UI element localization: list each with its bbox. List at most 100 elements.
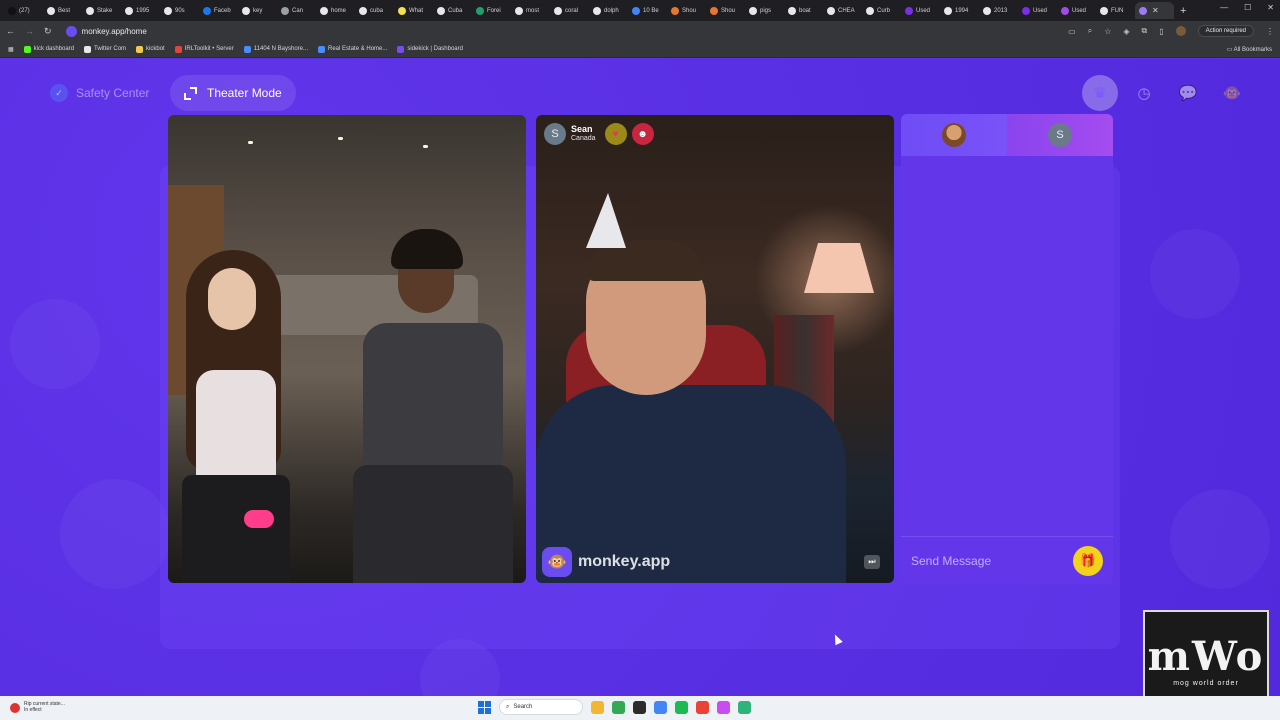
zoom-icon[interactable]: ⌕ <box>1088 26 1092 36</box>
windows-start-icon[interactable] <box>478 700 491 714</box>
maximize-icon[interactable]: ☐ <box>1244 3 1251 12</box>
browser-tab[interactable]: Curb <box>862 2 901 19</box>
browser-tab[interactable]: dolph <box>589 2 628 19</box>
tab-label: Best <box>58 7 71 14</box>
address-bar[interactable]: monkey.app/home <box>65 25 147 37</box>
minimize-icon[interactable]: — <box>1220 3 1228 12</box>
bookmark-item[interactable]: sidekick | Dashboard <box>397 45 463 53</box>
sidepanel-icon[interactable]: ▯ <box>1159 27 1163 36</box>
browser-tab[interactable]: FUN <box>1096 2 1135 19</box>
apps-grid-icon[interactable]: ▦ <box>8 46 14 53</box>
browser-tab[interactable]: home <box>316 2 355 19</box>
chrome-taskbar-icon[interactable] <box>612 700 625 714</box>
close-tab-icon[interactable]: ✕ <box>1152 6 1159 15</box>
obs-taskbar-icon[interactable] <box>633 700 646 714</box>
monkey-watermark: 🐵 monkey.app <box>542 547 670 577</box>
tab-label: Forei <box>487 7 501 14</box>
send-message-input[interactable] <box>911 553 1073 568</box>
history-icon[interactable]: ◷ <box>1126 75 1162 111</box>
tab-label: boat <box>799 7 811 14</box>
browser-tab[interactable]: pigs <box>745 2 784 19</box>
browser-tab[interactable]: Faceb <box>199 2 238 19</box>
browser-tab-active[interactable]: ✕ <box>1135 2 1174 19</box>
browser-tab[interactable]: What <box>394 2 433 19</box>
file-explorer-taskbar-icon[interactable] <box>591 700 604 714</box>
browser-tab[interactable]: 90s <box>160 2 199 19</box>
chat-tab-self[interactable] <box>901 114 1007 156</box>
browser-tab[interactable]: Used <box>901 2 940 19</box>
bookmark-item[interactable]: IRLToolkit • Server <box>174 45 234 53</box>
tab-label: (27) <box>19 7 30 14</box>
notes-taskbar-icon[interactable] <box>738 700 751 714</box>
browser-tab[interactable]: (27) <box>4 2 43 19</box>
browser-tab[interactable]: Cuba <box>433 2 472 19</box>
all-bookmarks-button[interactable]: ▭ All Bookmarks <box>1227 46 1272 53</box>
gift-icon[interactable]: 🎁 <box>1073 545 1103 576</box>
browser-tab[interactable]: most <box>511 2 550 19</box>
chrome-3-taskbar-icon[interactable] <box>696 700 709 714</box>
crown-icon[interactable]: ♛ <box>1082 75 1118 111</box>
site-info-icon[interactable] <box>65 25 77 37</box>
new-tab-icon[interactable]: + <box>1180 5 1186 17</box>
remote-user-badge[interactable]: S Sean Canada ♥ ☻ <box>544 123 654 145</box>
profile-avatar[interactable] <box>1175 26 1186 36</box>
browser-tab[interactable]: Best <box>43 2 82 19</box>
skip-icon[interactable]: ⏭ <box>864 555 880 569</box>
cast-icon[interactable]: ▭ <box>1068 27 1076 36</box>
chat-bubble-icon[interactable]: 💬 <box>1170 75 1206 111</box>
browser-tab[interactable]: Can <box>277 2 316 19</box>
bookmark-item[interactable]: kickbot <box>136 45 165 53</box>
taskbar-search[interactable]: ⌕ Search <box>499 699 583 715</box>
browser-tab[interactable]: Shou <box>706 2 745 19</box>
reload-icon[interactable]: ↻ <box>44 26 52 37</box>
tab-favicon-icon <box>281 6 289 15</box>
heart-badge-icon: ♥ <box>604 123 627 145</box>
tab-favicon-icon <box>164 6 172 15</box>
back-icon[interactable]: ← <box>6 26 15 36</box>
tab-label: Cuba <box>448 7 463 14</box>
browser-tab[interactable]: boat <box>784 2 823 19</box>
extension-icon[interactable]: ◈ <box>1123 27 1129 36</box>
chrome-active-taskbar-icon[interactable] <box>717 700 730 714</box>
tab-favicon-icon <box>983 6 991 15</box>
browser-tab[interactable]: cuba <box>355 2 394 19</box>
forward-icon[interactable]: → <box>25 26 34 36</box>
monkey-avatar-icon[interactable]: 🐵 <box>1214 75 1250 111</box>
browser-tab[interactable]: key <box>238 2 277 19</box>
puzzle-icon[interactable]: ⧉ <box>1142 26 1148 36</box>
browser-tab[interactable]: Used <box>1057 2 1096 19</box>
browser-tab[interactable]: Stake <box>82 2 121 19</box>
browser-tab[interactable]: Forei <box>472 2 511 19</box>
spotify-taskbar-icon[interactable] <box>675 700 688 714</box>
chrome-2-taskbar-icon[interactable] <box>654 700 667 714</box>
theater-mode-button[interactable]: Theater Mode <box>170 75 296 111</box>
bookmark-star-icon[interactable]: ☆ <box>1104 27 1111 36</box>
browser-tab[interactable]: 10 Be <box>628 2 667 19</box>
remote-user-name: Sean <box>571 124 593 135</box>
tab-label: 90s <box>175 7 185 14</box>
address-url[interactable]: monkey.app/home <box>82 27 147 36</box>
browser-tab[interactable]: coral <box>550 2 589 19</box>
browser-tab[interactable]: Used <box>1018 2 1057 19</box>
close-window-icon[interactable]: ✕ <box>1267 3 1274 12</box>
browser-tab[interactable]: CHEA <box>823 2 862 19</box>
weather-widget[interactable]: Rip current state... In effect <box>0 701 65 714</box>
browser-tab[interactable]: Shou <box>667 2 706 19</box>
tab-favicon-icon <box>788 6 796 15</box>
safety-center-button[interactable]: ✓ Safety Center <box>44 76 163 110</box>
bookmark-item[interactable]: 11404 N Bayshore... <box>243 45 308 53</box>
chat-tab-partner[interactable]: S <box>1007 114 1113 156</box>
tab-label: Used <box>1033 7 1048 14</box>
tab-favicon-icon <box>827 6 835 15</box>
bookmark-item[interactable]: Twitter Com <box>84 45 126 53</box>
action-required-button[interactable]: Action required <box>1197 25 1254 37</box>
remote-video: S Sean Canada ♥ ☻ 🐵 monkey.app ⏭ <box>536 115 894 583</box>
bookmark-item[interactable]: Real Estate & Home... <box>318 45 387 53</box>
menu-icon[interactable]: ⋮ <box>1266 27 1274 36</box>
tab-favicon-icon <box>1022 6 1030 15</box>
browser-tab[interactable]: 2013 <box>979 2 1018 19</box>
browser-tab[interactable]: 1995 <box>121 2 160 19</box>
shield-icon: ✓ <box>50 84 68 102</box>
browser-tab[interactable]: 1994 <box>940 2 979 19</box>
bookmark-item[interactable]: kick dashboard <box>23 45 74 53</box>
